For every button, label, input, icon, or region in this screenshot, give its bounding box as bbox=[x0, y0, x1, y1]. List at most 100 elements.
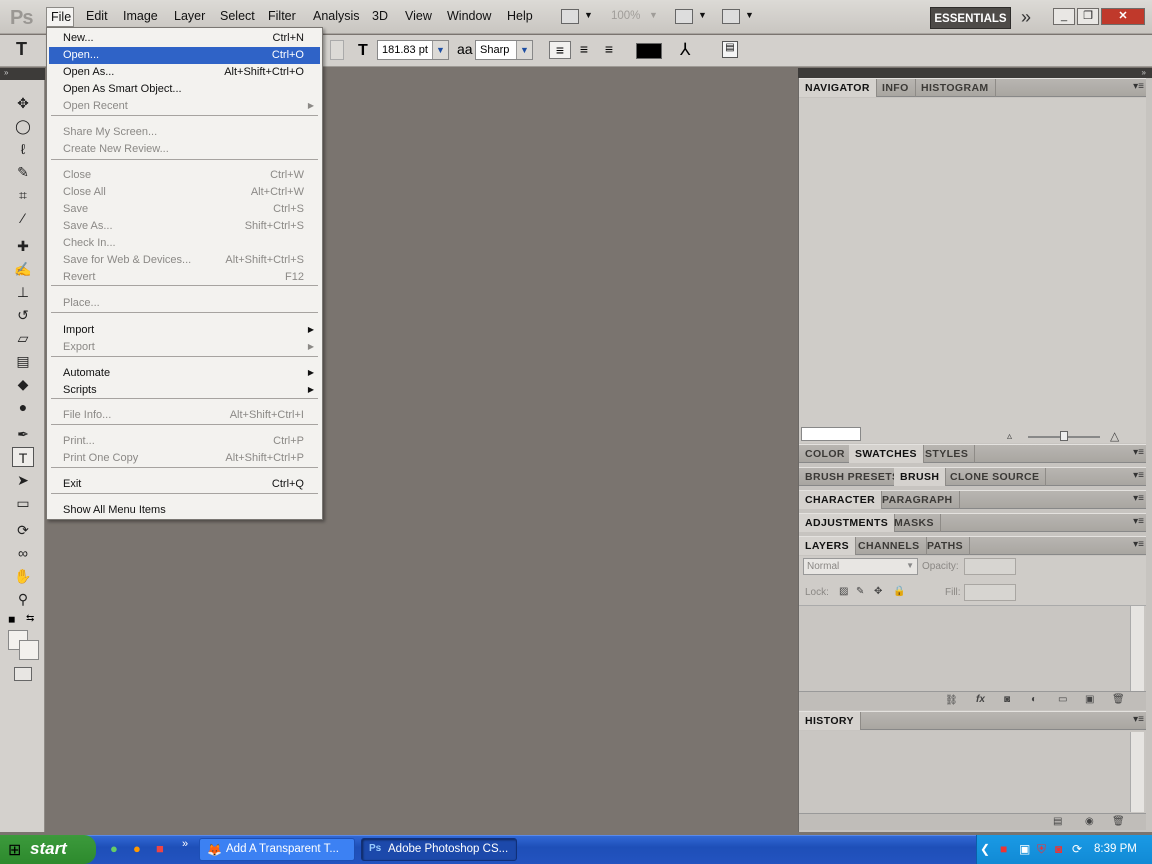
file-menu-item-show-all-menu-items[interactable]: Show All Menu Items bbox=[49, 502, 320, 519]
lock-all-icon[interactable]: 🔒 bbox=[893, 586, 905, 597]
zoom-out-icon[interactable]: ▵ bbox=[1007, 431, 1012, 442]
zoom-tool-icon[interactable]: ⚲ bbox=[12, 589, 34, 609]
chevron-down-icon[interactable]: ▼ bbox=[698, 10, 707, 20]
acrobat-icon[interactable]: ◙ bbox=[1055, 842, 1062, 856]
file-menu-item-exit[interactable]: Exit Ctrl+Q bbox=[49, 476, 320, 493]
quicklaunch-icon[interactable]: ● bbox=[133, 841, 141, 856]
tab-styles[interactable]: STYLES bbox=[919, 445, 976, 463]
file-menu-item-import[interactable]: Import ▶ bbox=[49, 322, 320, 339]
file-menu-item-scripts[interactable]: Scripts ▶ bbox=[49, 382, 320, 399]
menu-help[interactable]: Help bbox=[507, 9, 533, 23]
menu-edit[interactable]: Edit bbox=[86, 9, 108, 23]
delete-state-icon[interactable]: 🗑 bbox=[1112, 816, 1125, 827]
menu-analysis[interactable]: Analysis bbox=[313, 9, 360, 23]
panel-menu-icon[interactable]: ▾≡ bbox=[1133, 539, 1144, 550]
file-menu-item-open-as-smart-object[interactable]: Open As Smart Object... bbox=[49, 81, 320, 98]
tab-paragraph[interactable]: PARAGRAPH bbox=[876, 491, 960, 509]
blend-mode-select[interactable]: Normal ▼ bbox=[803, 558, 918, 575]
chevron-down-icon[interactable]: ▼ bbox=[906, 561, 914, 570]
tab-layers[interactable]: LAYERS bbox=[799, 537, 857, 555]
collapse-panels-icon[interactable]: » bbox=[798, 68, 1152, 78]
more-workspaces-icon[interactable]: » bbox=[1021, 7, 1031, 28]
history-scrollbar[interactable] bbox=[1130, 732, 1144, 812]
align-center-button[interactable]: ≡ bbox=[573, 41, 595, 59]
slider-handle[interactable] bbox=[1060, 431, 1068, 441]
default-colors-icon[interactable]: ◼ bbox=[8, 614, 15, 625]
brush-tool-icon[interactable]: ✍ bbox=[12, 259, 34, 279]
eyedropper-tool-icon[interactable]: ⁄ bbox=[12, 208, 34, 228]
lock-image-icon[interactable]: ✎ bbox=[856, 586, 864, 597]
path-selection-tool-icon[interactable]: ➤ bbox=[12, 470, 34, 490]
align-left-button[interactable]: ≡ bbox=[549, 41, 571, 59]
file-menu-item-open-as[interactable]: Open As... Alt+Shift+Ctrl+O bbox=[49, 64, 320, 81]
warp-text-icon[interactable]: ⅄ bbox=[680, 40, 690, 60]
network-icon[interactable]: ▣ bbox=[1019, 842, 1030, 856]
3d-orbit-tool-icon[interactable]: ∞ bbox=[12, 543, 34, 563]
panel-menu-icon[interactable]: ▾≡ bbox=[1133, 470, 1144, 481]
text-color-swatch[interactable] bbox=[636, 43, 662, 59]
restore-button[interactable]: ❐ bbox=[1077, 8, 1099, 25]
menu-select[interactable]: Select bbox=[220, 9, 255, 23]
dodge-tool-icon[interactable]: ● bbox=[12, 397, 34, 417]
taskbar-item-firefox[interactable]: 🦊 Add A Transparent T... bbox=[199, 838, 355, 861]
tab-masks[interactable]: MASKS bbox=[888, 514, 941, 532]
lasso-tool-icon[interactable]: ℓ bbox=[12, 139, 34, 159]
update-icon[interactable]: ⟳ bbox=[1072, 842, 1082, 856]
tab-info[interactable]: INFO bbox=[876, 79, 916, 97]
blur-tool-icon[interactable]: ◆ bbox=[12, 374, 34, 394]
tab-adjustments[interactable]: ADJUSTMENTS bbox=[799, 514, 896, 532]
chevron-down-icon[interactable]: ▼ bbox=[516, 41, 532, 59]
gradient-tool-icon[interactable]: ▤ bbox=[12, 351, 34, 371]
collapse-tools-icon[interactable]: » bbox=[0, 68, 45, 80]
zoom-level[interactable]: 100% bbox=[611, 10, 640, 22]
menu-file[interactable]: File bbox=[46, 7, 74, 27]
quick-mask-icon[interactable] bbox=[14, 667, 32, 681]
swap-colors-icon[interactable]: ⇆ bbox=[26, 613, 34, 624]
chevron-down-icon[interactable]: ▼ bbox=[432, 41, 448, 59]
file-menu-item-open[interactable]: Open... Ctrl+O bbox=[49, 47, 320, 64]
move-tool-icon[interactable]: ✥ bbox=[12, 93, 34, 113]
3d-rotate-tool-icon[interactable]: ⟳ bbox=[12, 520, 34, 540]
lock-transparent-icon[interactable]: ▨ bbox=[839, 586, 848, 597]
font-style-dropdown[interactable] bbox=[330, 40, 344, 60]
tab-swatches[interactable]: SWATCHES bbox=[849, 445, 924, 463]
clone-stamp-tool-icon[interactable]: ⊥ bbox=[12, 282, 34, 302]
link-layers-icon[interactable]: ⛓ bbox=[945, 695, 958, 706]
quick-selection-tool-icon[interactable]: ✎ bbox=[12, 162, 34, 182]
crop-tool-icon[interactable]: ⌗ bbox=[12, 185, 34, 205]
add-mask-icon[interactable]: ◙ bbox=[1004, 694, 1010, 705]
lock-position-icon[interactable]: ✥ bbox=[874, 586, 882, 597]
file-menu-item-automate[interactable]: Automate ▶ bbox=[49, 365, 320, 382]
screen-mode-toggle-icon[interactable] bbox=[722, 9, 740, 24]
menu-image[interactable]: Image bbox=[123, 9, 158, 23]
navigator-zoom-field[interactable] bbox=[801, 427, 861, 441]
font-size-field[interactable]: 181.83 pt ▼ bbox=[377, 40, 449, 60]
panel-menu-icon[interactable]: ▾≡ bbox=[1133, 493, 1144, 504]
adjustment-layer-icon[interactable]: ◐ bbox=[1031, 694, 1037, 705]
hand-tool-icon[interactable]: ✋ bbox=[12, 566, 34, 586]
quicklaunch-icon[interactable]: ■ bbox=[156, 841, 164, 856]
marquee-tool-icon[interactable]: ◯ bbox=[12, 116, 34, 136]
zoom-in-icon[interactable]: △ bbox=[1110, 429, 1119, 443]
tab-channels[interactable]: CHANNELS bbox=[852, 537, 927, 555]
shape-tool-icon[interactable]: ▭ bbox=[12, 493, 34, 513]
tab-history[interactable]: HISTORY bbox=[799, 712, 861, 730]
type-tool-preset-icon[interactable]: T bbox=[16, 39, 27, 60]
layers-scrollbar[interactable] bbox=[1130, 606, 1144, 691]
tab-paths[interactable]: PATHS bbox=[921, 537, 971, 555]
align-right-button[interactable]: ≡ bbox=[598, 41, 620, 59]
panel-menu-icon[interactable]: ▾≡ bbox=[1133, 516, 1144, 527]
panel-menu-icon[interactable]: ▾≡ bbox=[1133, 447, 1144, 458]
new-layer-icon[interactable]: ▣ bbox=[1085, 694, 1094, 705]
eraser-tool-icon[interactable]: ▱ bbox=[12, 328, 34, 348]
menu-filter[interactable]: Filter bbox=[268, 9, 296, 23]
tab-character[interactable]: CHARACTER bbox=[799, 491, 883, 509]
tab-navigator[interactable]: NAVIGATOR bbox=[799, 79, 877, 97]
background-color-swatch[interactable] bbox=[19, 640, 39, 660]
tab-brush-presets[interactable]: BRUSH PRESETS bbox=[799, 468, 907, 486]
new-document-from-state-icon[interactable]: ▤ bbox=[1053, 816, 1062, 827]
new-snapshot-icon[interactable]: ◉ bbox=[1085, 816, 1094, 827]
arrange-documents-icon[interactable] bbox=[675, 9, 693, 24]
history-brush-tool-icon[interactable]: ↺ bbox=[12, 305, 34, 325]
new-group-icon[interactable]: ▭ bbox=[1058, 694, 1067, 705]
